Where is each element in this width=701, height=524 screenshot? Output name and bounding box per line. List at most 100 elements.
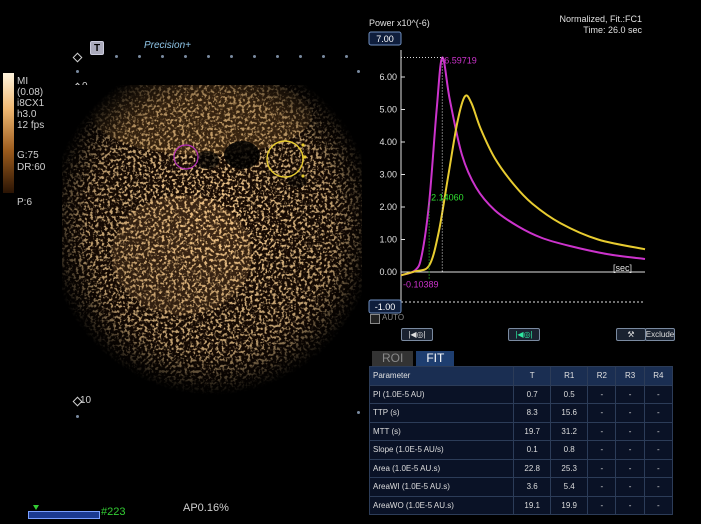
scale-dot	[322, 55, 325, 58]
tab-bar: ROI FIT	[372, 351, 455, 366]
table-row: PI (1.0E-5 AU) 0.7 0.5- - -	[368, 384, 674, 404]
value-cell-r2: -	[587, 477, 617, 497]
y-tick-label: 1.00	[379, 235, 397, 245]
value-cell-r1: 5.4	[550, 477, 589, 497]
value-cell-r4: -	[643, 403, 674, 423]
ultrasound-params: MI (0.08) i8CX1 h3.0 12 fps	[17, 76, 44, 131]
center-icon: |◀◎|	[515, 330, 533, 339]
value-cell-t: 0.1	[513, 440, 552, 460]
scale-dot	[253, 55, 256, 58]
scale-dot	[115, 55, 118, 58]
frame-cursor-icon[interactable]	[33, 505, 39, 510]
y-axis-title: Power x10^(-6)	[369, 18, 430, 28]
y-top-box-label: 7.00	[376, 34, 394, 44]
ap-value: AP0.16%	[183, 502, 229, 514]
text-tool-button[interactable]: T	[90, 41, 104, 55]
center-button[interactable]: |◀◎|	[508, 328, 540, 341]
table-row: MTT (s) 19.7 31.2- - -	[368, 421, 674, 441]
rewind-button[interactable]: |◀◎|	[401, 328, 433, 341]
value-cell-r2: -	[587, 421, 617, 441]
dynamic-range-label: DR:60	[17, 162, 46, 173]
parameter-cell: MTT (s)	[368, 421, 515, 441]
parameter-cell: PI (1.0E-5 AU)	[368, 384, 515, 404]
value-cell-r1: 19.9	[550, 495, 589, 515]
parameter-cell: AreaWO (1.0E-5 AU.s)	[368, 495, 515, 515]
depth-diamond-top	[72, 52, 83, 63]
scale-dot	[138, 55, 141, 58]
wrench-icon: ⚒	[627, 330, 635, 339]
value-cell-r2: -	[587, 495, 617, 515]
scale-dot	[357, 411, 360, 414]
x-unit-label: [sec]	[613, 263, 632, 273]
value-cell-r1: 25.3	[550, 458, 589, 478]
freq-label: h3.0	[17, 109, 37, 120]
table-header-row: Parameter T R1 R2 R3 R4	[368, 366, 674, 386]
table-row: TTP (s) 8.3 15.6- - -	[368, 403, 674, 423]
y-tick-label: 3.00	[379, 170, 397, 180]
value-cell-r3: -	[615, 495, 645, 515]
y-bottom-box-label: -1.00	[375, 302, 396, 312]
ultrasound-image[interactable]	[62, 85, 362, 395]
value-cell-r3: -	[615, 421, 645, 441]
scale-dot	[357, 70, 360, 73]
value-cell-t: 19.7	[513, 421, 552, 441]
grayscale-bar	[3, 73, 14, 193]
table-row: AreaWI (1.0E-5 AU.s) 3.6 5.4- - -	[368, 477, 674, 497]
scale-dot	[161, 55, 164, 58]
tab-fit[interactable]: FIT	[416, 351, 455, 366]
mi-label: MI	[17, 76, 29, 87]
scale-dot	[76, 415, 79, 418]
table-row: Slope (1.0E-5 AU/s) 0.1 0.8- - -	[368, 440, 674, 460]
value-cell-r1: 31.2	[550, 421, 589, 441]
fit-parameters-table: Parameter T R1 R2 R3 R4 PI (1.0E-5 AU) 0.…	[368, 366, 674, 515]
tool-button[interactable]: ⚒	[616, 328, 646, 341]
header-r3: R3	[615, 366, 645, 386]
header-parameter: Parameter	[368, 366, 515, 386]
value-cell-r4: -	[643, 440, 674, 460]
parameter-cell: AreaWI (1.0E-5 AU.s)	[368, 477, 515, 497]
header-r1: R1	[550, 366, 589, 386]
parameter-cell: Area (1.0E-5 AU.s)	[368, 458, 515, 478]
scale-dot	[207, 55, 210, 58]
frame-slider[interactable]	[28, 511, 100, 519]
value-cell-r4: -	[643, 458, 674, 478]
depth-mark-10: 10	[80, 395, 92, 406]
parameter-cell: TTP (s)	[368, 403, 515, 423]
value-cell-t: 0.7	[513, 384, 552, 404]
precision-label: Precision+	[144, 40, 191, 51]
value-cell-r1: 0.5	[550, 384, 589, 404]
precision-suffix: +	[185, 40, 191, 51]
value-cell-r3: -	[615, 403, 645, 423]
header-r2: R2	[587, 366, 617, 386]
min-annotation: -0.10389	[403, 279, 439, 289]
value-cell-r3: -	[615, 458, 645, 478]
tic-chart[interactable]: 0.001.002.003.004.005.006.00 7.00 -1.00 …	[365, 30, 655, 315]
parameter-cell: Slope (1.0E-5 AU/s)	[368, 440, 515, 460]
value-cell-r2: -	[587, 384, 617, 404]
value-cell-r3: -	[615, 477, 645, 497]
value-cell-r3: -	[615, 384, 645, 404]
value-cell-r4: -	[643, 384, 674, 404]
rewind-icon: |◀◎|	[408, 330, 426, 339]
frame-number: #223	[101, 506, 126, 518]
mi-value: (0.08)	[17, 87, 44, 98]
fps-label: 12 fps	[17, 120, 45, 131]
gain-label: G:75	[17, 150, 39, 161]
value-cell-t: 3.6	[513, 477, 552, 497]
value-cell-r2: -	[587, 458, 617, 478]
fit-label: Normalized, Fit.:FC1	[559, 14, 642, 24]
value-cell-r4: -	[643, 477, 674, 497]
probe-label: i8CX1	[17, 98, 45, 109]
scale-dot	[299, 55, 302, 58]
table-row: Area (1.0E-5 AU.s) 22.8 25.3- - -	[368, 458, 674, 478]
auto-checkbox[interactable]	[370, 314, 380, 324]
value-cell-r2: -	[587, 403, 617, 423]
y-tick-label: 6.00	[379, 72, 397, 82]
exclude-button[interactable]: Exclude	[645, 328, 675, 341]
scale-dot	[276, 55, 279, 58]
auto-label: AUTO	[382, 313, 405, 322]
tab-roi[interactable]: ROI	[372, 351, 414, 366]
value-cell-r1: 15.6	[550, 403, 589, 423]
y-tick-label: 5.00	[379, 105, 397, 115]
scale-dot	[76, 70, 79, 73]
